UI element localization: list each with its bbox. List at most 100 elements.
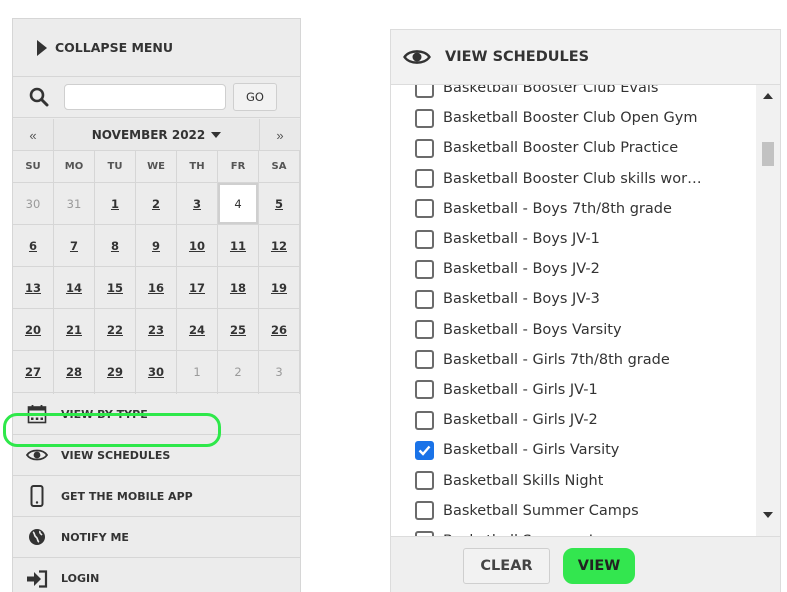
calendar-day[interactable]: 24 (177, 309, 218, 351)
calendar-day[interactable]: 27 (13, 351, 54, 393)
calendar-day[interactable]: 25 (218, 309, 259, 351)
collapse-menu-button[interactable]: COLLAPSE MENU (13, 19, 300, 77)
calendar-day[interactable]: 8 (95, 225, 136, 267)
menu-label: GET THE MOBILE APP (61, 489, 193, 503)
next-month-button[interactable]: » (259, 119, 300, 151)
checkbox[interactable] (415, 380, 434, 400)
schedule-name: Basketball Skills Night (443, 472, 604, 489)
calendar-day[interactable]: 9 (136, 225, 177, 267)
schedule-name: Basketball Summer Camps (443, 502, 639, 519)
calendar-day[interactable]: 1 (95, 183, 136, 225)
checkbox[interactable] (415, 229, 434, 249)
search-icon[interactable] (29, 87, 49, 107)
schedule-list-item[interactable]: Basketball Booster Club Evals (391, 85, 731, 103)
checkbox[interactable] (415, 85, 434, 98)
menu-label: LOGIN (61, 572, 100, 585)
schedule-list-item[interactable]: Basketball - Girls 7th/8th grade (391, 345, 731, 375)
calendar-day[interactable]: 12 (259, 225, 300, 267)
checkbox[interactable] (415, 410, 434, 430)
calendar-day: 3 (259, 351, 300, 393)
checkbox[interactable] (415, 350, 434, 370)
calendar-day[interactable]: 11 (218, 225, 259, 267)
schedule-list-item[interactable]: Basketball Booster Club Practice (391, 133, 731, 163)
menu-label: NOTIFY ME (61, 530, 129, 544)
checkbox[interactable] (415, 169, 434, 189)
schedule-name: Basketball - Boys JV-3 (443, 291, 600, 308)
schedule-list-item[interactable]: Basketball - Boys 7th/8th grade (391, 194, 731, 224)
calendar-day[interactable]: 18 (218, 267, 259, 309)
weekday-label: FR (218, 151, 259, 183)
calendar-day[interactable]: 2 (136, 183, 177, 225)
caret-right-icon (37, 39, 47, 56)
calendar-day[interactable]: 22 (95, 309, 136, 351)
highlight-annotation (3, 413, 221, 447)
schedule-name: Basketball Booster Club Practice (443, 140, 679, 157)
previous-month-button[interactable]: « (13, 119, 54, 151)
checkbox[interactable] (415, 259, 434, 279)
view-schedules-panel: VIEW SCHEDULES Basketball Booster Club E… (390, 29, 781, 592)
schedule-name: Basketball - Girls Varsity (443, 442, 620, 459)
scrollbar-thumb[interactable] (762, 142, 774, 166)
get-mobile-app-button[interactable]: GET THE MOBILE APP (13, 476, 300, 517)
calendar-day[interactable]: 19 (259, 267, 300, 309)
calendar-day[interactable]: 30 (136, 351, 177, 393)
calendar-day[interactable]: 29 (95, 351, 136, 393)
panel-footer: CLEAR VIEW (391, 536, 780, 592)
checkmark-icon (418, 445, 431, 456)
calendar-day[interactable]: 28 (54, 351, 95, 393)
calendar-day[interactable]: 17 (177, 267, 218, 309)
go-button[interactable]: GO (233, 83, 277, 111)
month-label: NOVEMBER 2022 (91, 128, 206, 142)
checkbox[interactable] (415, 138, 434, 158)
calendar-day[interactable]: 7 (54, 225, 95, 267)
scrollbar[interactable] (756, 85, 780, 536)
scroll-up-arrow-icon[interactable] (763, 93, 773, 99)
calendar-day[interactable]: 23 (136, 309, 177, 351)
schedule-list-item[interactable]: Basketball - Boys JV-1 (391, 224, 731, 254)
schedule-list-item[interactable]: Basketball - Girls JV-2 (391, 405, 731, 435)
month-selector[interactable]: NOVEMBER 2022 (54, 119, 259, 151)
scroll-down-arrow-icon[interactable] (763, 512, 773, 518)
calendar-day[interactable]: 13 (13, 267, 54, 309)
eye-icon (403, 50, 431, 64)
notify-me-button[interactable]: NOTIFY ME (13, 517, 300, 558)
calendar-day[interactable]: 4 (218, 183, 259, 225)
schedule-list-item[interactable]: Basketball - Boys JV-2 (391, 254, 731, 284)
calendar-day[interactable]: 6 (13, 225, 54, 267)
calendar-day[interactable]: 20 (13, 309, 54, 351)
schedule-list-item[interactable]: Basketball - Boys JV-3 (391, 284, 731, 314)
checkbox[interactable] (415, 501, 434, 521)
search-input[interactable] (64, 84, 226, 110)
eye-icon (26, 449, 48, 461)
checkbox[interactable] (415, 108, 434, 128)
checkbox[interactable] (415, 320, 434, 340)
login-button[interactable]: LOGIN (13, 558, 300, 592)
mini-calendar: « NOVEMBER 2022 » SU MO TU WE TH FR SA 3… (13, 119, 300, 435)
mobile-phone-icon (30, 485, 44, 507)
checkbox-checked[interactable] (415, 440, 434, 460)
schedule-list-item[interactable]: Basketball - Boys Varsity (391, 315, 731, 345)
schedule-list: Basketball Booster Club Evals Basketball … (391, 85, 780, 536)
globe-icon (29, 529, 45, 545)
calendar-day[interactable]: 14 (54, 267, 95, 309)
schedule-list-item[interactable]: Basketball Skills Night (391, 465, 731, 495)
weekday-label: TU (95, 151, 136, 183)
calendar-day[interactable]: 10 (177, 225, 218, 267)
clear-button[interactable]: CLEAR (463, 548, 550, 584)
calendar-day[interactable]: 16 (136, 267, 177, 309)
calendar-day[interactable]: 26 (259, 309, 300, 351)
schedule-list-item[interactable]: Basketball - Girls JV-1 (391, 375, 731, 405)
schedule-list-item[interactable]: Basketball Summer Camps (391, 496, 731, 526)
calendar-day[interactable]: 21 (54, 309, 95, 351)
schedule-list-item[interactable]: Basketball Summer League (391, 526, 731, 536)
schedule-list-item[interactable]: Basketball - Girls Varsity (391, 435, 731, 465)
checkbox[interactable] (415, 471, 434, 491)
calendar-day[interactable]: 15 (95, 267, 136, 309)
checkbox[interactable] (415, 289, 434, 309)
schedule-list-item[interactable]: Basketball Booster Club Open Gym (391, 103, 731, 133)
view-button[interactable]: VIEW (563, 548, 635, 584)
calendar-day[interactable]: 3 (177, 183, 218, 225)
checkbox[interactable] (415, 199, 434, 219)
calendar-day[interactable]: 5 (259, 183, 300, 225)
schedule-list-item[interactable]: Basketball Booster Club skills wor… (391, 164, 731, 194)
